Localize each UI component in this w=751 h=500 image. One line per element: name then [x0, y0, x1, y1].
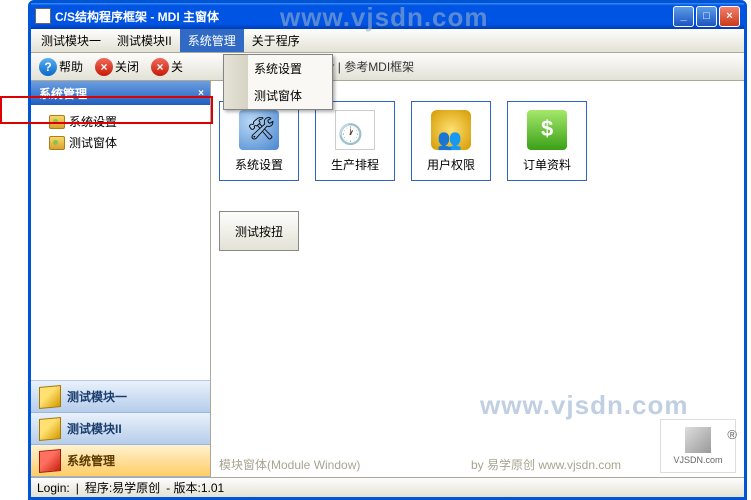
schedule-icon	[335, 110, 375, 150]
menubar: 测试模块一 测试模块II 系统管理 关于程序	[31, 29, 744, 53]
logo-reg: ®	[727, 427, 737, 442]
minimize-button[interactable]: _	[673, 6, 694, 27]
window-buttons: _ □ ×	[673, 6, 740, 27]
status-login: Login:	[37, 481, 70, 495]
help-icon: ?	[39, 58, 57, 76]
orders-icon	[527, 110, 567, 150]
cube-icon	[39, 385, 61, 409]
cube-icon	[39, 449, 61, 473]
tree-label: 测试窗体	[69, 134, 117, 151]
sidebar-header: 系统管理 ×	[31, 81, 210, 105]
toolbar-close2-label: 关	[171, 58, 183, 75]
folder-icon	[49, 115, 65, 129]
close-icon: ×	[95, 58, 113, 76]
toolbar-close2-button[interactable]: × 关	[147, 56, 187, 78]
test-button[interactable]: 测试按扭	[219, 211, 299, 251]
main-area: 系统管理 × 系统设置 测试窗体 测试模块一	[31, 81, 744, 477]
nav-item-test1[interactable]: 测试模块一	[31, 381, 210, 413]
tile-grid: 系统设置 生产排程 用户权限 订单资料	[219, 101, 736, 181]
folder-icon	[49, 136, 65, 150]
status-sep: |	[76, 481, 79, 495]
titlebar[interactable]: C/S结构程序框架 - MDI 主窗体 _ □ ×	[31, 3, 744, 29]
mdi-window: C/S结构程序框架 - MDI 主窗体 _ □ × 测试模块一 测试模块II 系…	[28, 0, 747, 500]
toolbar-help-button[interactable]: ? 帮助	[35, 56, 87, 78]
nav-label: 测试模块II	[67, 420, 122, 437]
window-title: C/S结构程序框架 - MDI 主窗体	[55, 8, 219, 25]
menu-test2[interactable]: 测试模块II	[109, 29, 180, 52]
vjsdn-logo: VJSDN.com ®	[660, 419, 736, 473]
sidebar-close-icon[interactable]: ×	[198, 88, 204, 99]
tile-settings[interactable]: 系统设置	[219, 101, 299, 181]
nav-item-test2[interactable]: 测试模块II	[31, 413, 210, 445]
tile-label: 生产排程	[331, 156, 379, 173]
tree-item-settings[interactable]: 系统设置	[35, 111, 206, 132]
dropdown-item-settings[interactable]: 系统设置	[224, 55, 332, 82]
menu-sysmgmt[interactable]: 系统管理	[180, 29, 244, 52]
module-footer-by: by 易学原创 www.vjsdn.com	[471, 456, 621, 473]
status-program: 程序:易学原创	[85, 479, 160, 496]
toolbar-help-label: 帮助	[59, 58, 83, 75]
close-button[interactable]: ×	[719, 6, 740, 27]
menu-about[interactable]: 关于程序	[244, 29, 308, 52]
app-icon	[35, 8, 51, 24]
logo-cube-icon	[685, 427, 711, 453]
nav-label: 系统管理	[67, 452, 115, 469]
sidebar-tree: 系统设置 测试窗体	[31, 105, 210, 380]
settings-icon	[239, 110, 279, 150]
x-icon: ×	[151, 58, 169, 76]
sidebar-header-title: 系统管理	[39, 85, 87, 102]
statusbar: Login: | 程序:易学原创 - 版本:1.01	[31, 477, 744, 497]
tile-orders[interactable]: 订单资料	[507, 101, 587, 181]
menu-test1[interactable]: 测试模块一	[33, 29, 109, 52]
maximize-button[interactable]: □	[696, 6, 717, 27]
status-version: - 版本:1.01	[166, 479, 224, 496]
toolbar-close-label: 关闭	[115, 58, 139, 75]
dropdown-item-testwin[interactable]: 测试窗体	[224, 82, 332, 109]
tile-label: 系统设置	[235, 156, 283, 173]
logo-text: VJSDN.com	[673, 455, 722, 465]
toolbar-close-button[interactable]: × 关闭	[91, 56, 143, 78]
permissions-icon	[431, 110, 471, 150]
tile-schedule[interactable]: 生产排程	[315, 101, 395, 181]
nav-label: 测试模块一	[67, 388, 127, 405]
dropdown-menu: 系统设置 测试窗体	[223, 54, 333, 110]
toolbar: ? 帮助 × 关闭 × 关 oolbar | 参考MDI框架	[31, 53, 744, 81]
tree-label: 系统设置	[69, 113, 117, 130]
tile-label: 用户权限	[427, 156, 475, 173]
module-footer-text: 模块窗体(Module Window)	[219, 456, 360, 473]
tree-item-testwin[interactable]: 测试窗体	[35, 132, 206, 153]
sidebar: 系统管理 × 系统设置 测试窗体 测试模块一	[31, 81, 211, 477]
content-area: 系统设置 生产排程 用户权限 订单资料 测试按扭 模块窗体(Module Win…	[211, 81, 744, 477]
cube-icon	[39, 417, 61, 441]
nav-item-sysmgmt[interactable]: 系统管理	[31, 445, 210, 477]
sidebar-nav: 测试模块一 测试模块II 系统管理	[31, 380, 210, 477]
tile-label: 订单资料	[523, 156, 571, 173]
tile-permissions[interactable]: 用户权限	[411, 101, 491, 181]
